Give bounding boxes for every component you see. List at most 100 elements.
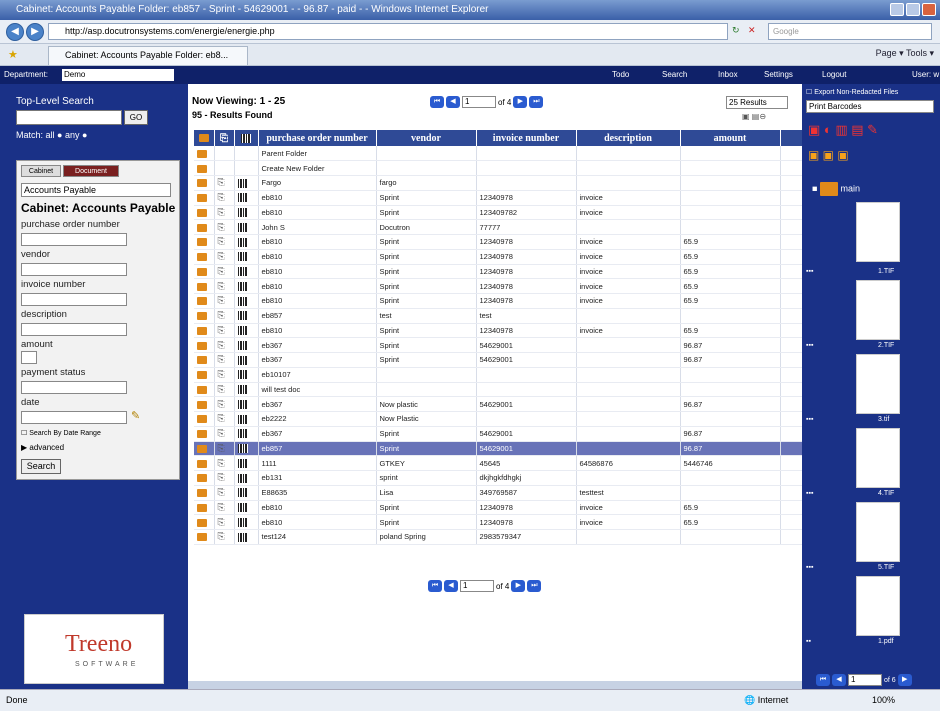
folder-icon[interactable]	[194, 411, 215, 427]
barcode-icon[interactable]	[234, 485, 259, 501]
document-icon[interactable]: ⎘	[214, 219, 235, 235]
table-row[interactable]: Create New Folder	[194, 160, 803, 176]
browser-tab[interactable]: Cabinet: Accounts Payable Folder: eb8...	[48, 46, 248, 65]
barcode-icon[interactable]	[234, 323, 259, 339]
folder-icon[interactable]	[194, 205, 215, 221]
barcode-icon[interactable]	[234, 352, 259, 368]
folder-icon[interactable]	[194, 529, 215, 545]
table-row[interactable]: ⎘ eb810 Sprint 12340978 invoice 65.9	[194, 264, 803, 280]
col-invoice[interactable]: invoice number	[476, 130, 577, 146]
folder-icon[interactable]	[194, 470, 215, 486]
table-row[interactable]: ⎘ eb857 test test	[194, 308, 803, 324]
favorites-star-icon[interactable]: ★	[8, 48, 18, 61]
barcode-icon[interactable]	[234, 396, 259, 412]
maximize-button[interactable]	[906, 3, 920, 16]
search-input[interactable]: Google	[768, 23, 932, 40]
prev-page-icon[interactable]: ◀	[832, 674, 846, 686]
date-range-checkbox[interactable]: ☐ Search By Date Range	[21, 429, 101, 437]
date-input[interactable]	[21, 411, 127, 424]
document-icon[interactable]: ⎘	[214, 441, 235, 457]
folder-icon[interactable]	[194, 441, 215, 457]
document-icon[interactable]: ⎘	[214, 190, 235, 206]
search-button[interactable]: Search	[21, 459, 61, 474]
table-row[interactable]: ⎘ eb810 Sprint 12340978 invoice 65.9	[194, 514, 803, 530]
zoom-level[interactable]: 100%	[872, 695, 895, 705]
table-row[interactable]: ⎘ test124 poland Spring 2983579347	[194, 529, 803, 545]
barcode-icon[interactable]	[234, 337, 259, 353]
document-icon[interactable]: ⎘	[214, 514, 235, 530]
col-description[interactable]: description	[576, 130, 681, 146]
document-icon[interactable]: ⎘	[214, 382, 235, 398]
table-row[interactable]: ⎘ Fargo fargo	[194, 175, 803, 191]
document-icon[interactable]: ⎘	[214, 323, 235, 339]
table-row[interactable]: ⎘ John S Docutron 77777	[194, 219, 803, 235]
folder-icon[interactable]	[194, 146, 215, 162]
file-thumbnail[interactable]	[856, 502, 900, 562]
vendor-input[interactable]	[21, 263, 127, 276]
folder-icon[interactable]	[194, 514, 215, 530]
file-row[interactable]: ▪▪▪ 5.TIF	[806, 564, 936, 574]
table-row[interactable]: ⎘ eb2222 Now Plastic	[194, 411, 803, 427]
folder-icon[interactable]	[194, 323, 215, 339]
document-icon[interactable]: ⎘	[214, 234, 235, 250]
barcode-icon[interactable]	[234, 308, 259, 324]
table-row[interactable]: ⎘ eb810 Sprint 123409782 invoice	[194, 205, 803, 221]
barcode-icon[interactable]	[234, 293, 259, 309]
department-select[interactable]: Demo	[62, 69, 174, 81]
tab-cabinet[interactable]: Cabinet	[21, 165, 61, 177]
nav-inbox[interactable]: Inbox	[718, 66, 738, 84]
barcode-icon[interactable]	[234, 441, 259, 457]
minimize-button[interactable]	[890, 3, 904, 16]
forward-icon[interactable]: ▶	[26, 23, 44, 41]
document-icon[interactable]: ⎘	[214, 352, 235, 368]
first-page-icon[interactable]: ⏮	[428, 580, 442, 592]
document-icon[interactable]: ⎘	[214, 337, 235, 353]
barcode-icon[interactable]	[234, 264, 259, 280]
barcode-icon[interactable]	[234, 190, 259, 206]
table-row[interactable]: ⎘ eb367 Sprint 54629001 96.87	[194, 337, 803, 353]
file-page-input[interactable]: 1	[848, 674, 882, 686]
table-row[interactable]: ⎘ eb810 Sprint 12340978 invoice 65.9	[194, 278, 803, 294]
results-per-page-select[interactable]: 25 Results	[726, 96, 788, 109]
barcode-icon[interactable]	[234, 500, 259, 516]
stop-icon[interactable]: ✕	[748, 25, 756, 36]
barcode-icon[interactable]	[234, 249, 259, 265]
file-thumbnail[interactable]	[856, 202, 900, 262]
folder-icon[interactable]	[194, 219, 215, 235]
folder-toolbar-icons[interactable]: ▣ ▣ ▣	[808, 148, 849, 162]
table-row[interactable]: ⎘ eb810 Sprint 12340978 invoice 65.9	[194, 323, 803, 339]
file-thumbnail[interactable]	[856, 354, 900, 414]
folder-icon[interactable]	[194, 426, 215, 442]
document-icon[interactable]: ⎘	[214, 455, 235, 471]
table-row[interactable]: ⎘ eb810 Sprint 12340978 invoice 65.9	[194, 234, 803, 250]
file-toolbar-icons[interactable]: ▣ ◐ ▥ ▤ ✎	[808, 122, 878, 138]
table-row[interactable]: ⎘ eb10107	[194, 367, 803, 383]
horizontal-scrollbar[interactable]	[188, 681, 802, 689]
barcode-icon[interactable]	[234, 426, 259, 442]
folder-icon[interactable]	[194, 234, 215, 250]
export-icons[interactable]: ▣ ▤⊖	[742, 112, 766, 121]
match-any-radio[interactable]: any ●	[65, 130, 87, 140]
page-input[interactable]: 1	[460, 580, 494, 592]
file-thumbnail[interactable]	[856, 280, 900, 340]
table-row[interactable]: ⎘ 1111 GTKEY 45645 64586876 5446746	[194, 455, 803, 471]
folder-main[interactable]: ■ main	[812, 182, 860, 196]
document-icon[interactable]: ⎘	[214, 264, 235, 280]
folder-icon[interactable]	[194, 278, 215, 294]
table-row[interactable]: ⎘ eb857 Sprint 54629001 96.87	[194, 441, 803, 457]
description-input[interactable]	[21, 323, 127, 336]
barcode-icon[interactable]	[234, 367, 259, 383]
document-icon[interactable]: ⎘	[214, 500, 235, 516]
table-row[interactable]: ⎘ eb810 Sprint 12340978 invoice	[194, 190, 803, 206]
amount-select[interactable]	[21, 351, 37, 364]
folder-icon[interactable]	[194, 175, 215, 191]
last-page-icon[interactable]: ⏭	[527, 580, 542, 592]
print-barcodes-select[interactable]: Print Barcodes	[806, 100, 934, 113]
table-row[interactable]: ⎘ eb810 Sprint 12340978 invoice 65.9	[194, 293, 803, 309]
file-thumbnail[interactable]	[856, 576, 900, 636]
invoice-input[interactable]	[21, 293, 127, 306]
barcode-icon[interactable]	[234, 219, 259, 235]
document-icon[interactable]: ⎘	[214, 249, 235, 265]
refresh-icon[interactable]: ↻	[732, 25, 740, 36]
payment-status-input[interactable]	[21, 381, 127, 394]
